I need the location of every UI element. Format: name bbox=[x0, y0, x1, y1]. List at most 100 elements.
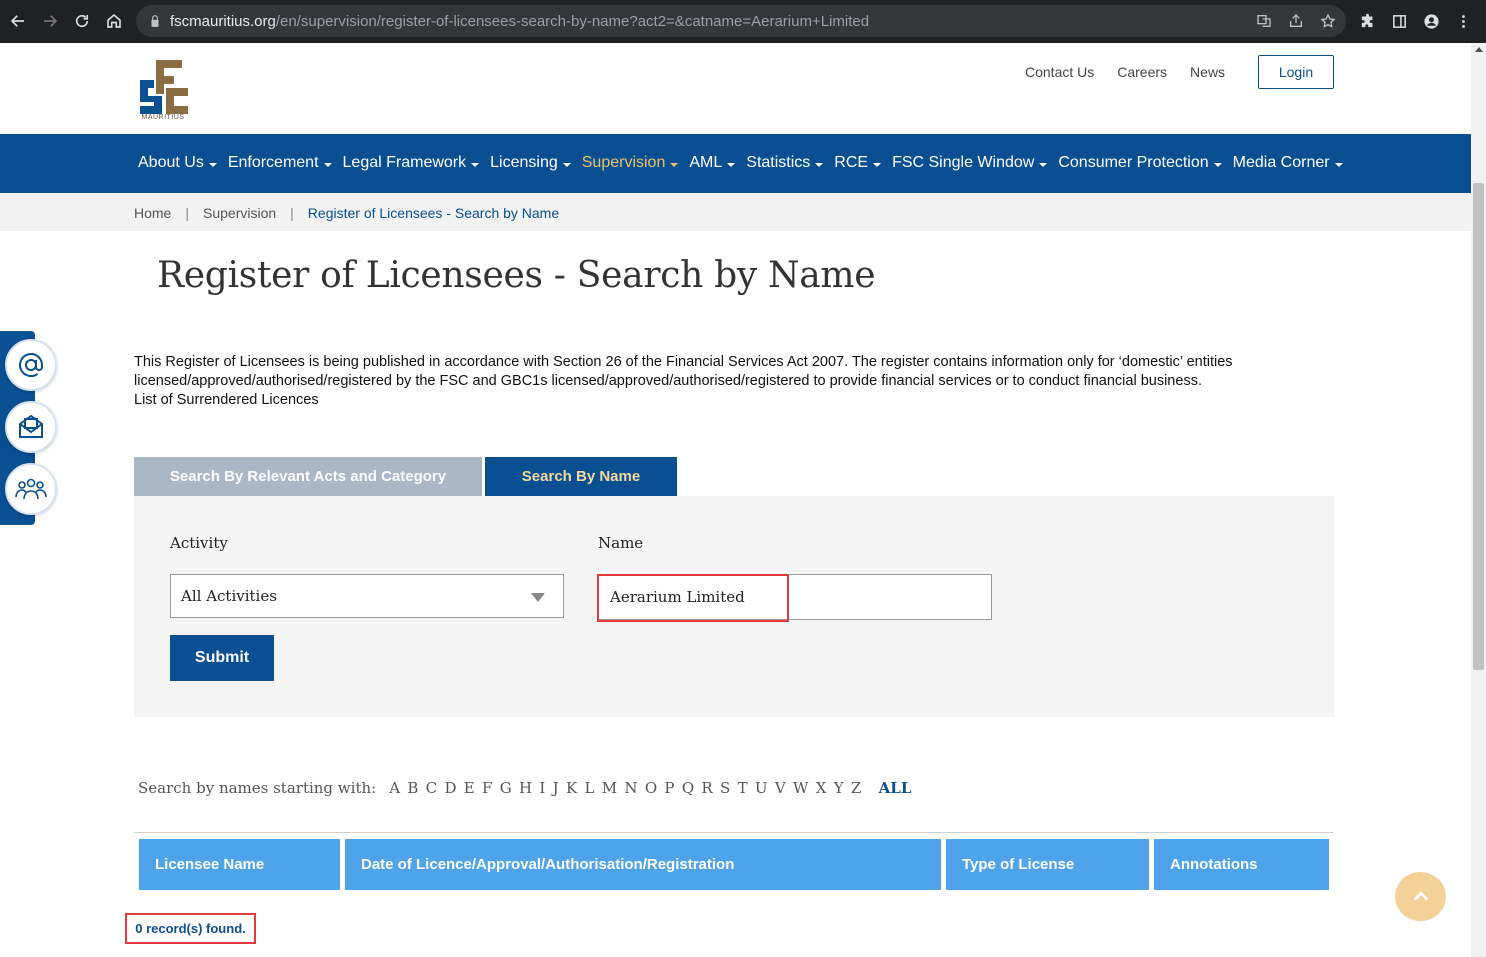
alphabet-label: Search by names starting with: bbox=[138, 779, 377, 797]
letter-link[interactable]: Y bbox=[834, 779, 844, 797]
extensions-icon[interactable] bbox=[1356, 10, 1378, 32]
logo-caption: MAURITIUS bbox=[141, 114, 185, 121]
column-header-type: Type of License bbox=[946, 839, 1149, 890]
intro-text: This Register of Licensees is being publ… bbox=[134, 353, 1334, 410]
tab-search-by-acts[interactable]: Search By Relevant Acts and Category bbox=[134, 457, 482, 496]
letter-link[interactable]: K bbox=[566, 779, 577, 797]
nav-item-aml[interactable]: AML bbox=[689, 154, 736, 172]
caret-down-icon bbox=[670, 162, 679, 167]
letter-link[interactable]: H bbox=[519, 779, 532, 797]
letter-link[interactable]: S bbox=[720, 779, 730, 797]
contact-us-link[interactable]: Contact Us bbox=[1025, 64, 1094, 81]
letter-link[interactable]: P bbox=[664, 779, 674, 797]
tab-search-by-name[interactable]: Search By Name bbox=[485, 457, 677, 496]
letter-link[interactable]: B bbox=[407, 779, 418, 797]
letter-link[interactable]: X bbox=[816, 779, 827, 797]
letter-link[interactable]: Q bbox=[682, 779, 694, 797]
records-found-message: 0 record(s) found. bbox=[125, 913, 256, 944]
letter-link[interactable]: V bbox=[775, 779, 786, 797]
nav-item-licensing[interactable]: Licensing bbox=[490, 154, 571, 172]
careers-link[interactable]: Careers bbox=[1117, 64, 1167, 81]
nav-item-fsc-single-window[interactable]: FSC Single Window bbox=[892, 154, 1048, 172]
url-text[interactable]: fscmauritius.org/en/supervision/register… bbox=[170, 13, 869, 30]
intro-line-1: This Register of Licensees is being publ… bbox=[134, 354, 1233, 370]
back-to-top-button[interactable] bbox=[1395, 872, 1446, 921]
caret-down-icon bbox=[873, 162, 882, 167]
page-viewport: MAURITIUS Contact Us Careers News Login … bbox=[0, 43, 1471, 957]
address-bar[interactable]: fscmauritius.org/en/supervision/register… bbox=[136, 5, 1346, 37]
browser-toolbar: fscmauritius.org/en/supervision/register… bbox=[0, 0, 1486, 43]
nav-item-enforcement[interactable]: Enforcement bbox=[228, 154, 332, 172]
letter-link[interactable]: F bbox=[482, 779, 492, 797]
annotation-highlight-name bbox=[597, 574, 789, 622]
nav-item-rce[interactable]: RCE bbox=[834, 154, 882, 172]
mail-icon[interactable] bbox=[5, 401, 57, 453]
letter-link[interactable]: T bbox=[738, 779, 748, 797]
back-icon[interactable] bbox=[6, 9, 30, 33]
nav-item-media-corner[interactable]: Media Corner bbox=[1233, 154, 1343, 172]
letter-link[interactable]: A bbox=[389, 779, 400, 797]
letter-link[interactable]: E bbox=[464, 779, 475, 797]
letter-link[interactable]: O bbox=[645, 779, 657, 797]
caret-down-icon bbox=[1334, 162, 1343, 167]
column-header-annotations: Annotations bbox=[1154, 839, 1329, 890]
lock-icon[interactable] bbox=[148, 14, 162, 28]
breadcrumb-supervision[interactable]: Supervision bbox=[203, 205, 276, 221]
chevron-up-icon bbox=[1413, 890, 1428, 901]
share-icon[interactable] bbox=[1286, 11, 1306, 31]
nav-item-legal-framework[interactable]: Legal Framework bbox=[343, 154, 480, 172]
caret-down-icon bbox=[562, 162, 571, 167]
letter-link[interactable]: G bbox=[500, 779, 512, 797]
nav-item-supervision[interactable]: Supervision bbox=[582, 154, 679, 172]
letter-link[interactable]: U bbox=[755, 779, 768, 797]
caret-down-icon bbox=[815, 162, 824, 167]
utility-links: Contact Us Careers News bbox=[1025, 64, 1225, 81]
star-icon[interactable] bbox=[1318, 11, 1338, 31]
letter-link[interactable]: W bbox=[793, 779, 808, 797]
nav-item-consumer-protection[interactable]: Consumer Protection bbox=[1058, 154, 1222, 172]
breadcrumb-separator: | bbox=[185, 205, 189, 221]
submit-button[interactable]: Submit bbox=[170, 635, 274, 681]
caret-down-icon bbox=[1039, 162, 1048, 167]
letter-link[interactable]: M bbox=[602, 779, 617, 797]
letter-link[interactable]: L bbox=[584, 779, 594, 797]
people-icon[interactable] bbox=[5, 463, 57, 515]
breadcrumb-current: Register of Licensees - Search by Name bbox=[307, 205, 560, 221]
letter-link[interactable]: R bbox=[701, 779, 712, 797]
side-contact-widget bbox=[0, 331, 57, 525]
breadcrumb: Home | Supervision | Register of License… bbox=[134, 205, 559, 221]
login-button[interactable]: Login bbox=[1258, 55, 1334, 89]
scrollbar-thumb[interactable] bbox=[1473, 183, 1484, 670]
letter-link[interactable]: N bbox=[624, 779, 637, 797]
profile-icon[interactable] bbox=[1420, 10, 1442, 32]
letter-link[interactable]: I bbox=[539, 779, 545, 797]
activity-label: Activity bbox=[170, 534, 228, 552]
activity-select[interactable]: All Activities bbox=[170, 574, 564, 618]
letter-link-all[interactable]: ALL bbox=[879, 779, 912, 797]
letter-link[interactable]: D bbox=[444, 779, 456, 797]
site-header: MAURITIUS Contact Us Careers News Login bbox=[0, 43, 1471, 134]
at-icon[interactable] bbox=[5, 339, 57, 391]
column-header-date: Date of Licence/Approval/Authorisation/R… bbox=[345, 839, 941, 890]
translate-icon[interactable] bbox=[1254, 11, 1274, 31]
breadcrumb-bar: Home | Supervision | Register of License… bbox=[0, 193, 1471, 231]
forward-icon[interactable] bbox=[38, 9, 62, 33]
menu-icon[interactable] bbox=[1452, 10, 1474, 32]
letter-link[interactable]: J bbox=[553, 779, 559, 797]
breadcrumb-separator: | bbox=[290, 205, 294, 221]
letter-link[interactable]: C bbox=[426, 779, 437, 797]
search-form-panel: Activity Name All Activities Aerarium Li… bbox=[134, 496, 1334, 717]
nav-item-about-us[interactable]: About Us bbox=[138, 154, 217, 172]
caret-down-icon bbox=[727, 162, 736, 167]
home-icon[interactable] bbox=[102, 9, 126, 33]
reload-icon[interactable] bbox=[70, 9, 94, 33]
page-scrollbar[interactable] bbox=[1471, 43, 1486, 957]
surrendered-licences-link[interactable]: List of Surrendered Licences bbox=[134, 391, 1334, 410]
letter-link[interactable]: Z bbox=[851, 779, 861, 797]
dropdown-arrow-icon bbox=[531, 593, 545, 602]
news-link[interactable]: News bbox=[1190, 64, 1225, 81]
sidepanel-icon[interactable] bbox=[1388, 10, 1410, 32]
nav-item-statistics[interactable]: Statistics bbox=[746, 154, 824, 172]
breadcrumb-home[interactable]: Home bbox=[134, 205, 171, 221]
scroll-up-arrow-icon[interactable] bbox=[1475, 47, 1483, 52]
